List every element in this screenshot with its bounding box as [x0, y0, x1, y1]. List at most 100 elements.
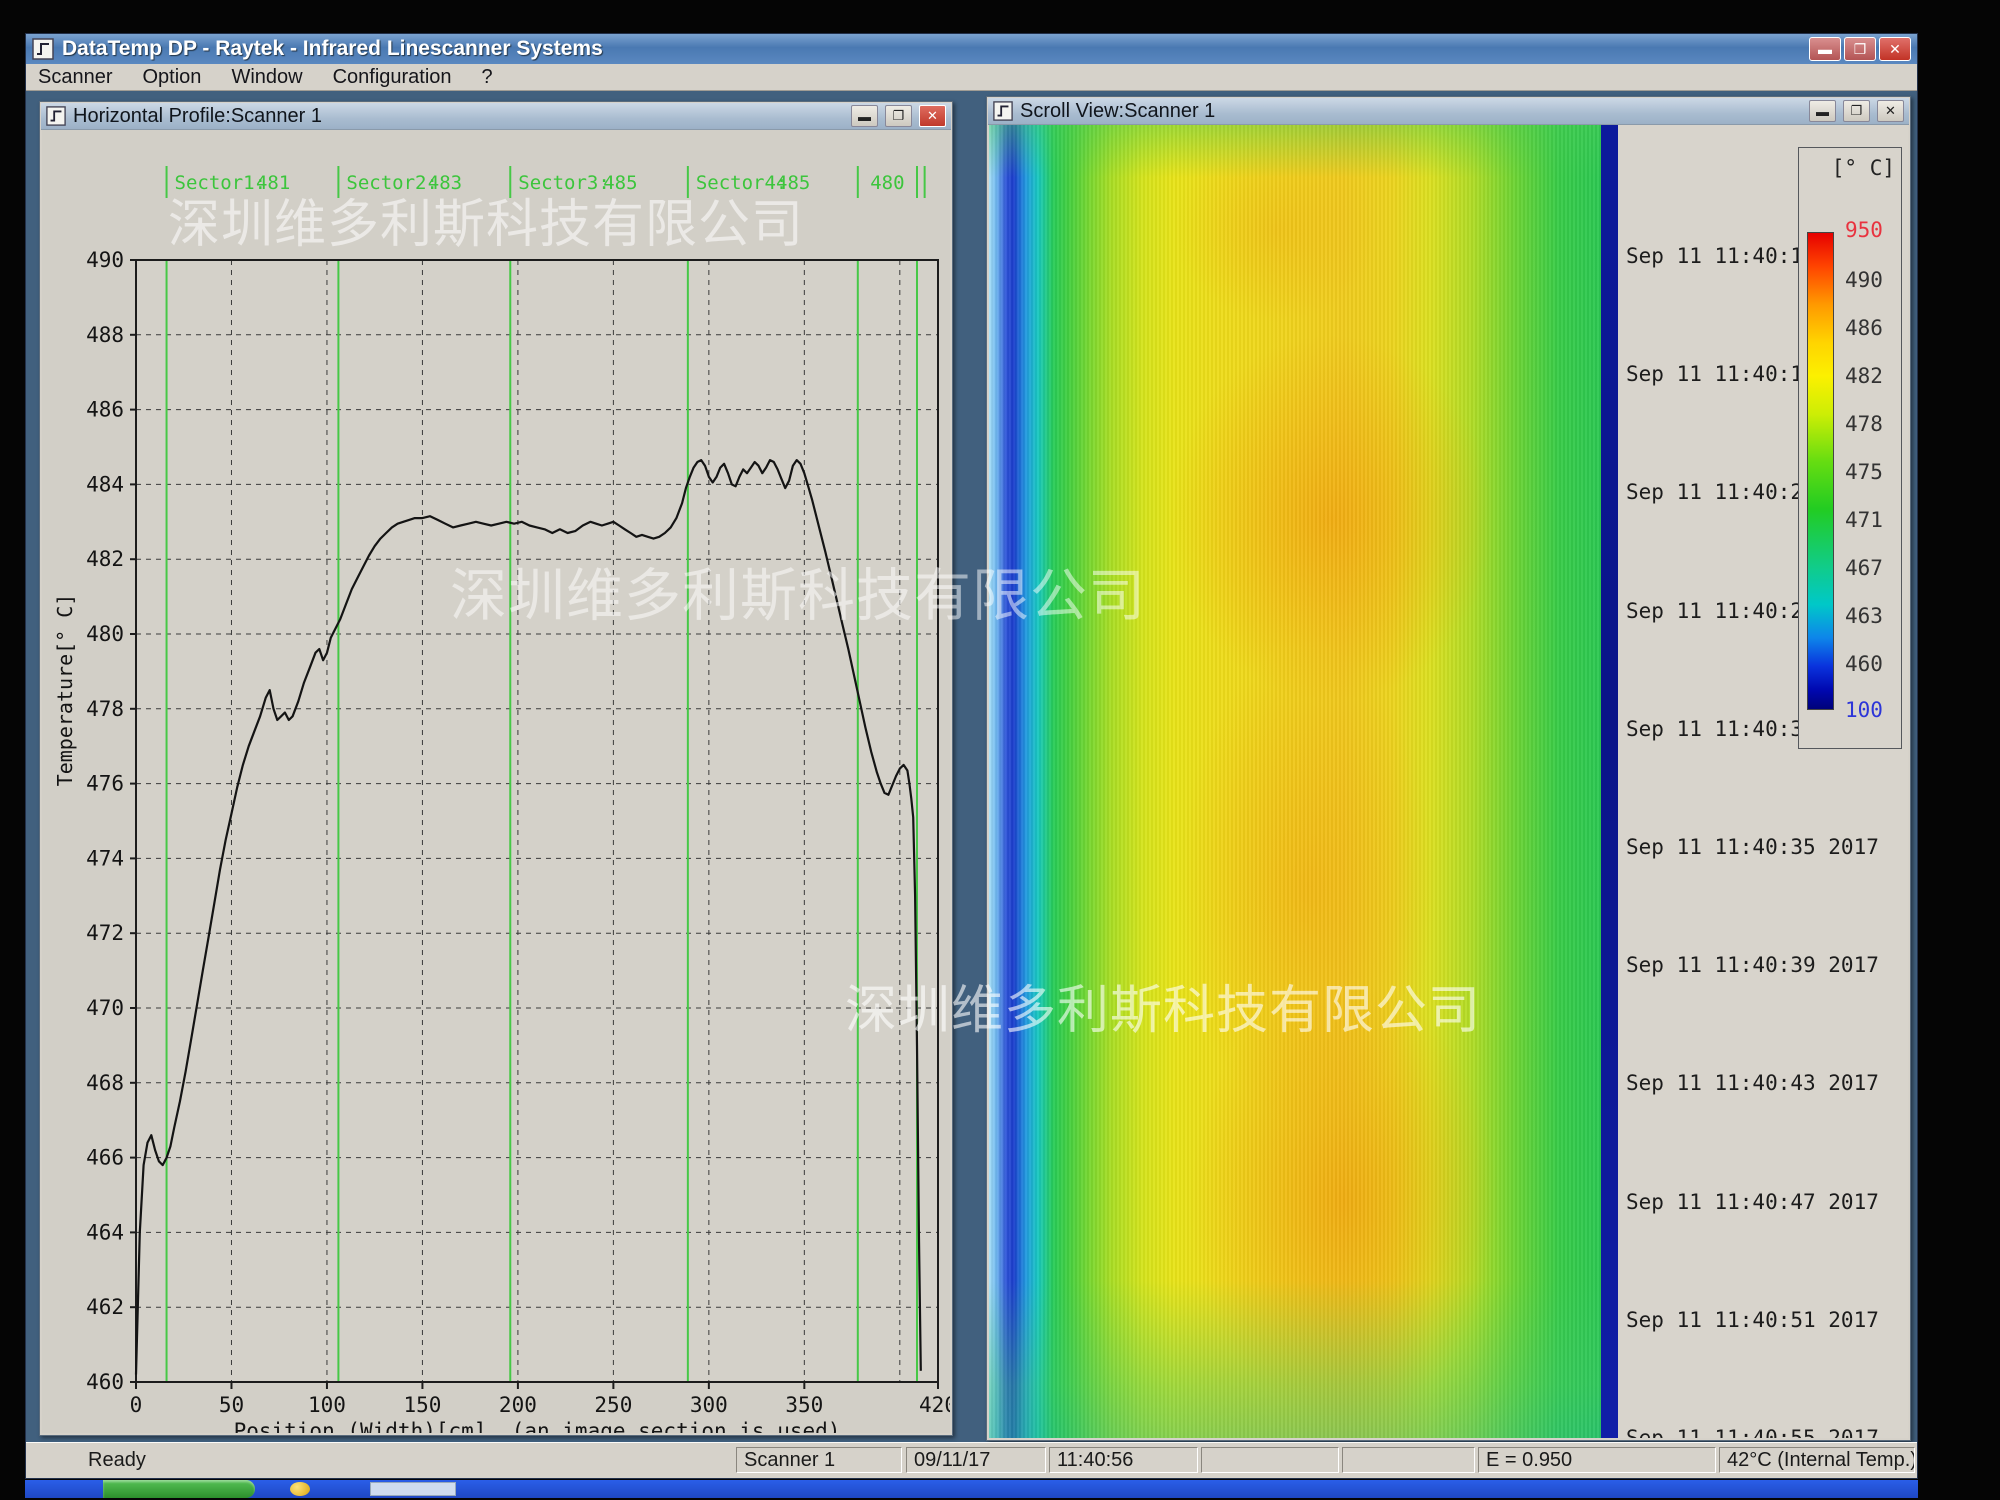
app-title: DataTemp DP - Raytek - Infrared Linescan…	[62, 37, 1801, 61]
status-empty-1	[1201, 1447, 1339, 1473]
svg-text:470: 470	[86, 996, 124, 1020]
svg-text:Sector1:: Sector1:	[175, 172, 267, 194]
scroll-titlebar[interactable]: Scroll View:Scanner 1 ▬ ❐ ✕	[988, 98, 1909, 125]
horizontal-profile-window: Horizontal Profile:Scanner 1 ▬ ❐ ✕ Secto…	[39, 101, 953, 1436]
scan-edge-stripe	[1601, 125, 1618, 1438]
menu-item-option[interactable]: Option	[143, 66, 202, 89]
start-button[interactable]	[103, 1480, 255, 1498]
scale-tick-label: 490	[1845, 268, 1883, 292]
scroll-minimize-button[interactable]: ▬	[1809, 100, 1836, 122]
scroll-restore-button[interactable]: ❐	[1843, 100, 1870, 122]
color-scale-bar	[1807, 232, 1834, 710]
scale-tick-label: 467	[1845, 556, 1883, 580]
scan-timestamp: Sep 11 11:40:39 2017	[1626, 953, 1879, 977]
scale-tick-label: 482	[1845, 364, 1883, 388]
close-button[interactable]: ✕	[1879, 37, 1911, 61]
close-icon: ✕	[1889, 41, 1901, 58]
scan-timestamp: Sep 11 11:40:51 2017	[1626, 1308, 1879, 1332]
svg-text:460: 460	[86, 1370, 124, 1394]
status-time: 11:40:56	[1049, 1447, 1198, 1473]
scale-tick-label: 460	[1845, 652, 1883, 676]
svg-text:Sector4:: Sector4:	[696, 172, 788, 194]
scale-max-label: 950	[1845, 218, 1883, 242]
menu-item-help[interactable]: ?	[482, 66, 493, 89]
profile-close-button[interactable]: ✕	[919, 105, 946, 127]
svg-text:468: 468	[86, 1071, 124, 1095]
profile-window-icon	[46, 106, 66, 126]
maximize-icon: ❐	[893, 108, 905, 124]
app-icon	[32, 38, 54, 60]
profile-chart-area: Sector1:481Sector2:483Sector3:485Sector4…	[42, 130, 950, 1433]
status-internal-temp: 42°C (Internal Temp.)	[1719, 1447, 1915, 1473]
maximize-button[interactable]: ❐	[1844, 37, 1876, 61]
menu-item-scanner[interactable]: Scanner	[38, 66, 113, 89]
thermal-scan-image	[989, 125, 1601, 1438]
scroll-view-window: Scroll View:Scanner 1 ▬ ❐ ✕ Sep 11 11:40…	[986, 96, 1911, 1441]
profile-minimize-button[interactable]: ▬	[851, 105, 878, 127]
maximize-icon: ❐	[1854, 41, 1867, 58]
scale-tick-label: 463	[1845, 604, 1883, 628]
scroll-view-area: Sep 11 11:40:15 2017Sep 11 11:40:19 2017…	[989, 125, 1908, 1438]
scan-timestamp: Sep 11 11:40:47 2017	[1626, 1190, 1879, 1214]
svg-text:476: 476	[86, 772, 124, 796]
scroll-window-title: Scroll View:Scanner 1	[1020, 100, 1802, 123]
svg-text:420: 420	[919, 1393, 950, 1417]
svg-text:150: 150	[403, 1393, 441, 1417]
svg-text:464: 464	[86, 1220, 124, 1244]
svg-text:485: 485	[603, 172, 637, 194]
svg-text:466: 466	[86, 1146, 124, 1170]
status-bar: Ready Scanner 1 09/11/17 11:40:56 E = 0.…	[26, 1442, 1917, 1478]
minimize-icon: ▬	[1816, 104, 1829, 119]
color-scale-legend: [° C] 950 490486482478475471467463460 10…	[1798, 147, 1902, 749]
svg-text:Sector3:: Sector3:	[518, 172, 610, 194]
mdi-workspace: Horizontal Profile:Scanner 1 ▬ ❐ ✕ Secto…	[26, 91, 1917, 1442]
scroll-window-icon	[993, 101, 1013, 121]
taskbar-window-button[interactable]	[370, 1482, 456, 1496]
svg-text:490: 490	[86, 248, 124, 272]
svg-text:485: 485	[776, 172, 810, 194]
svg-text:462: 462	[86, 1295, 124, 1319]
svg-text:50: 50	[219, 1393, 244, 1417]
menu-item-configuration[interactable]: Configuration	[333, 66, 452, 89]
application-window: DataTemp DP - Raytek - Infrared Linescan…	[25, 33, 1918, 1479]
svg-text:488: 488	[86, 323, 124, 347]
close-icon: ✕	[927, 108, 938, 124]
svg-text:200: 200	[499, 1393, 537, 1417]
menu-item-window[interactable]: Window	[231, 66, 302, 89]
taskbar-icon[interactable]	[290, 1482, 310, 1496]
svg-text:472: 472	[86, 921, 124, 945]
status-ready: Ready	[88, 1449, 146, 1472]
svg-text:Position (Width)[cm], (an imag: Position (Width)[cm], (an image section …	[234, 1419, 841, 1433]
scale-unit-label: [° C]	[1832, 156, 1895, 180]
profile-window-title: Horizontal Profile:Scanner 1	[73, 105, 844, 128]
svg-text:100: 100	[308, 1393, 346, 1417]
svg-text:300: 300	[690, 1393, 728, 1417]
svg-text:480: 480	[86, 622, 124, 646]
main-window-controls: ▬ ❐ ✕	[1809, 37, 1911, 61]
profile-maximize-button[interactable]: ❐	[885, 105, 912, 127]
svg-text:474: 474	[86, 846, 124, 870]
svg-text:350: 350	[785, 1393, 823, 1417]
status-date: 09/11/17	[906, 1447, 1046, 1473]
svg-text:480: 480	[870, 172, 904, 194]
svg-text:478: 478	[86, 697, 124, 721]
temperature-profile-chart: Sector1:481Sector2:483Sector3:485Sector4…	[42, 130, 950, 1433]
profile-titlebar[interactable]: Horizontal Profile:Scanner 1 ▬ ❐ ✕	[41, 103, 951, 130]
status-empty-2	[1342, 1447, 1475, 1473]
taskbar	[25, 1480, 1918, 1498]
svg-text:0: 0	[130, 1393, 143, 1417]
minimize-button[interactable]: ▬	[1809, 37, 1841, 61]
menu-bar: Scanner Option Window Configuration?	[26, 64, 1917, 91]
scan-timestamp: Sep 11 11:40:55 2017	[1626, 1426, 1879, 1438]
svg-text:Temperature[° C]: Temperature[° C]	[53, 594, 77, 787]
scan-timestamp: Sep 11 11:40:35 2017	[1626, 835, 1879, 859]
scale-min-label: 100	[1845, 698, 1883, 722]
svg-text:482: 482	[86, 547, 124, 571]
scale-tick-label: 471	[1845, 508, 1883, 532]
restore-icon: ❐	[1851, 103, 1863, 119]
close-icon: ✕	[1885, 103, 1896, 119]
scroll-close-button[interactable]: ✕	[1877, 100, 1904, 122]
main-titlebar[interactable]: DataTemp DP - Raytek - Infrared Linescan…	[26, 34, 1917, 64]
scale-tick-label: 486	[1845, 316, 1883, 340]
status-scanner: Scanner 1	[736, 1447, 902, 1473]
